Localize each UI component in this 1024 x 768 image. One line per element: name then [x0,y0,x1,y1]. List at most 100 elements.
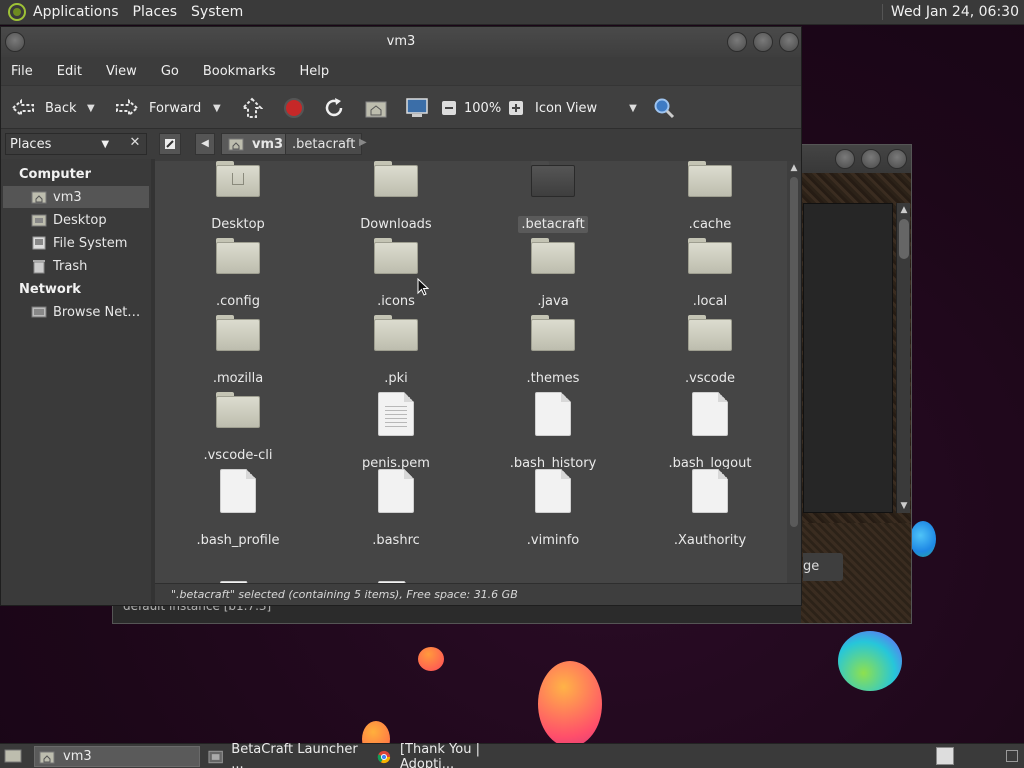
file-item[interactable]: .vscode [635,315,785,387]
menubar: File Edit View Go Bookmarks Help [1,57,801,85]
file-item[interactable]: .local [635,238,785,310]
menu-edit[interactable]: Edit [57,64,82,79]
home-folder-icon [228,138,244,151]
file-icon [692,392,728,436]
file-label: .cache [688,217,732,232]
path-scroll-right-button[interactable]: ▶ [359,137,367,148]
file-item[interactable]: .viminfo [478,469,628,549]
file-label: .bashrc [372,533,420,548]
file-item[interactable]: .vscode-cli [163,392,313,464]
minimize-button[interactable] [727,32,747,52]
crumb-betacraft[interactable]: .betacraft [285,133,363,155]
maximize-button[interactable] [753,32,773,52]
edit-pencil-icon [165,139,175,149]
drive-icon [32,236,46,250]
file-item[interactable]: .mozilla [163,315,313,387]
window-titlebar[interactable]: vm3 [1,27,801,57]
show-desktop-icon [4,749,22,763]
scroll-up-icon[interactable]: ▲ [787,163,801,173]
crumb-vm3[interactable]: vm3 [221,133,293,155]
file-icon-view[interactable]: Desktop Downloads .betacraft .cache .config.… [155,161,787,605]
scroll-thumb[interactable] [790,177,798,527]
file-item[interactable]: Desktop [163,161,313,233]
computer-button[interactable] [405,86,429,130]
minimize-button[interactable] [835,149,855,169]
manage-button[interactable]: ge [803,553,843,581]
file-item[interactable]: .betacraft [478,161,628,233]
file-label: .vscode [685,371,735,386]
file-label: .vscode-cli [203,448,273,463]
taskbar-item-browser[interactable]: [Thank You | Adopti... [372,742,538,768]
file-item[interactable]: .bash_history [478,392,628,472]
file-icon [535,469,571,513]
scroll-down-icon[interactable]: ▼ [897,501,911,511]
file-icon [692,469,728,513]
window-title: vm3 [386,34,416,49]
window-menu-button[interactable] [5,32,25,52]
path-scroll-left-button[interactable]: ◀ [195,133,215,155]
taskbar-item-betacraft[interactable]: BetaCraft Launcher ... [204,742,368,768]
workspace-switcher[interactable] [936,747,954,765]
bg-scroll-thumb[interactable] [899,219,909,259]
file-item[interactable]: .config [163,238,313,310]
taskbar-item-vm3[interactable]: vm3 [34,746,200,767]
file-label: .bash_profile [196,533,280,548]
file-view-scrollbar[interactable]: ▲ ▼ [787,161,801,605]
file-label: .config [216,294,260,309]
menu-places[interactable]: Places [133,4,178,20]
distro-logo-icon[interactable] [8,3,26,21]
home-folder-icon [39,751,55,763]
menu-view[interactable]: View [106,64,137,79]
file-manager-window[interactable]: vm3 File Edit View Go Bookmarks Help Bac… [0,26,802,606]
menu-applications[interactable]: Applications [33,4,119,20]
reload-button[interactable] [323,86,345,130]
java-app-icon [208,750,223,763]
zoom-in-button[interactable] [508,86,524,130]
file-item[interactable]: .themes [478,315,628,387]
show-desktop-button[interactable] [4,748,22,764]
clock[interactable]: Wed Jan 24, 06:30 [881,4,1019,20]
zoom-level[interactable]: 100% [464,86,501,130]
zoom-out-button[interactable] [441,86,457,130]
sidebar-item-trash[interactable]: Trash [3,255,149,277]
file-item[interactable]: .icons [321,238,471,310]
bg-scrollbar[interactable]: ▲ ▼ [896,203,910,513]
up-button[interactable] [241,86,263,130]
sidebar-item-desktop[interactable]: Desktop [3,209,149,231]
close-button[interactable] [887,149,907,169]
menu-file[interactable]: File [11,64,33,79]
menu-system[interactable]: System [191,4,243,20]
folder-icon [374,161,418,197]
view-mode-select[interactable]: Icon View ▼ [535,86,637,130]
file-item[interactable]: .Xauthority [635,469,785,549]
back-button[interactable]: Back [11,86,77,130]
file-item[interactable]: .bash_logout [635,392,785,472]
file-item[interactable]: penis.pem [321,392,471,472]
close-sidebar-button[interactable]: ✕ [125,135,145,153]
menu-go[interactable]: Go [161,64,179,79]
close-button[interactable] [779,32,799,52]
file-item[interactable]: .java [478,238,628,310]
back-history-dropdown[interactable]: ▼ [87,86,95,130]
chevron-down-icon: ▼ [101,138,110,150]
home-button[interactable] [365,86,387,130]
search-button[interactable] [653,86,675,130]
menu-bookmarks[interactable]: Bookmarks [203,64,276,79]
forward-button[interactable]: Forward [115,86,201,130]
scroll-up-icon[interactable]: ▲ [897,205,911,215]
toggle-location-button[interactable] [159,133,181,155]
maximize-button[interactable] [861,149,881,169]
file-item[interactable]: Downloads [321,161,471,233]
stop-button[interactable] [283,86,305,130]
trash-applet-icon[interactable] [1006,750,1018,762]
chevron-down-icon: ▼ [629,102,637,114]
file-item[interactable]: .pki [321,315,471,387]
menu-help[interactable]: Help [299,64,329,79]
sidebar-item-browse-network[interactable]: Browse Net… [3,301,149,323]
file-item[interactable]: .cache [635,161,785,233]
sidebar-item-file-system[interactable]: File System [3,232,149,254]
file-item[interactable]: .bash_profile [163,469,313,549]
forward-history-dropdown[interactable]: ▼ [213,86,221,130]
sidebar-item-vm3[interactable]: vm3 [3,186,149,208]
file-item[interactable]: .bashrc [321,469,471,549]
